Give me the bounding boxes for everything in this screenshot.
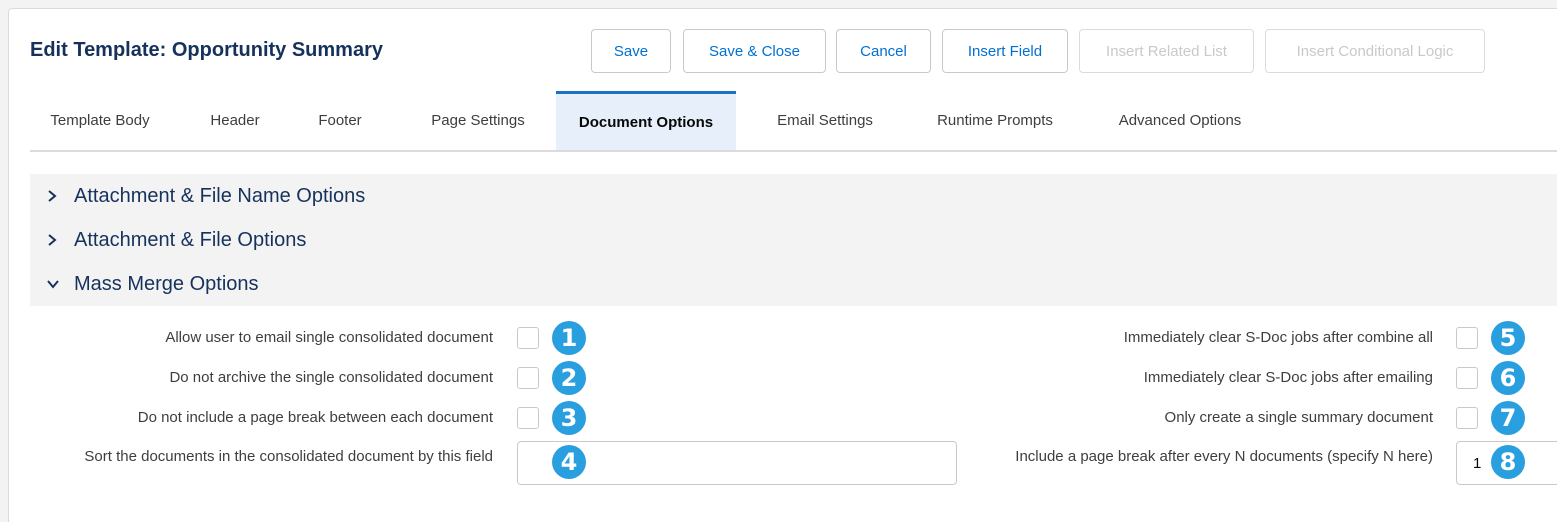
section-label: Attachment & File Options xyxy=(74,228,307,251)
sort-field-label: Sort the documents in the consolidated d… xyxy=(84,448,493,465)
single-summary-label: Only create a single summary document xyxy=(1164,409,1433,426)
template-editor-card: Edit Template: Opportunity Summary Save … xyxy=(8,8,1557,522)
no-page-break-checkbox[interactable] xyxy=(517,407,539,429)
single-summary-checkbox[interactable] xyxy=(1456,407,1478,429)
tab-email-settings[interactable]: Email Settings xyxy=(760,91,890,150)
tab-advanced-options[interactable]: Advanced Options xyxy=(1100,91,1260,150)
page-break-every-n-label: Include a page break after every N docum… xyxy=(1015,448,1433,465)
callout-badge-8: 8 xyxy=(1491,445,1525,479)
callout-badge-6: 6 xyxy=(1491,361,1525,395)
tab-document-options[interactable]: Document Options xyxy=(556,91,736,150)
tab-template-body[interactable]: Template Body xyxy=(30,91,170,150)
clear-jobs-combine-checkbox[interactable] xyxy=(1456,327,1478,349)
chevron-right-icon xyxy=(30,233,60,247)
cancel-button[interactable]: Cancel xyxy=(836,29,931,73)
callout-badge-7: 7 xyxy=(1491,401,1525,435)
chevron-down-icon xyxy=(30,278,60,290)
tab-bar: Template Body Header Footer Page Setting… xyxy=(30,91,1557,152)
no-page-break-label: Do not include a page break between each… xyxy=(137,409,493,426)
section-label: Attachment & File Name Options xyxy=(74,184,366,207)
tab-footer[interactable]: Footer xyxy=(298,91,382,150)
clear-jobs-emailing-label: Immediately clear S-Doc jobs after email… xyxy=(1143,369,1433,386)
insert-conditional-logic-button[interactable]: Insert Conditional Logic xyxy=(1265,29,1485,73)
tab-header[interactable]: Header xyxy=(190,91,280,150)
do-not-archive-label: Do not archive the single consolidated d… xyxy=(169,369,493,386)
section-attachment-file-options[interactable]: Attachment & File Options xyxy=(30,218,1557,262)
callout-badge-4: 4 xyxy=(552,445,586,479)
allow-email-consolidated-label: Allow user to email single consolidated … xyxy=(165,329,493,346)
chevron-right-icon xyxy=(30,189,60,203)
insert-field-button[interactable]: Insert Field xyxy=(942,29,1068,73)
callout-badge-5: 5 xyxy=(1491,321,1525,355)
save-button[interactable]: Save xyxy=(591,29,671,73)
tab-page-settings[interactable]: Page Settings xyxy=(408,91,548,150)
page-title: Edit Template: Opportunity Summary xyxy=(30,39,383,61)
insert-related-list-button[interactable]: Insert Related List xyxy=(1079,29,1254,73)
tab-runtime-prompts[interactable]: Runtime Prompts xyxy=(920,91,1070,150)
section-attachment-file-name-options[interactable]: Attachment & File Name Options xyxy=(30,174,1557,218)
clear-jobs-emailing-checkbox[interactable] xyxy=(1456,367,1478,389)
do-not-archive-checkbox[interactable] xyxy=(517,367,539,389)
save-close-button[interactable]: Save & Close xyxy=(683,29,826,73)
allow-email-consolidated-checkbox[interactable] xyxy=(517,327,539,349)
clear-jobs-combine-label: Immediately clear S-Doc jobs after combi… xyxy=(1123,329,1433,346)
section-mass-merge-options[interactable]: Mass Merge Options xyxy=(30,262,1557,306)
section-label: Mass Merge Options xyxy=(74,272,259,295)
callout-badge-2: 2 xyxy=(552,361,586,395)
callout-badge-3: 3 xyxy=(552,401,586,435)
callout-badge-1: 1 xyxy=(552,321,586,355)
